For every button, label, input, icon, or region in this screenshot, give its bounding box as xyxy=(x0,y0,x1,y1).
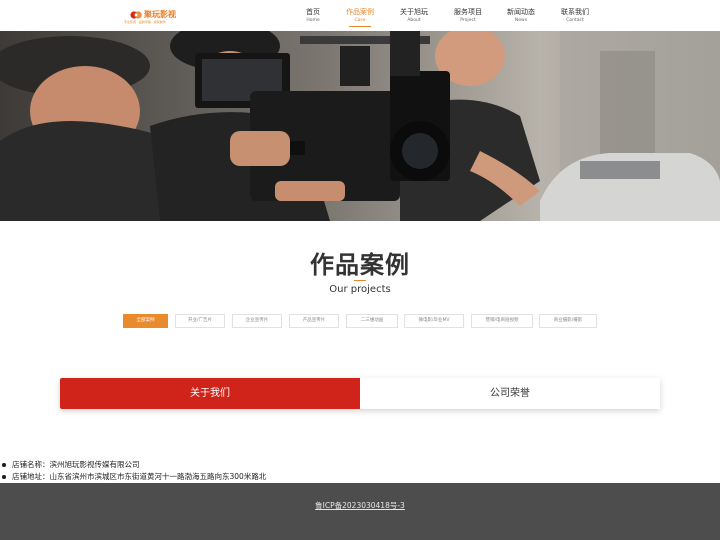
shop-name: 店铺名称：滨州旭玩影视传媒有限公司 xyxy=(12,460,140,469)
icp-license-link[interactable]: 鲁ICP备2023030418号-3 xyxy=(0,500,720,511)
projects-title: 作品案例 xyxy=(310,251,410,279)
filter-opening-ads[interactable]: 开业/广告片 xyxy=(175,314,225,328)
nav-item-about[interactable]: 关于旭玩 About xyxy=(389,7,439,24)
nav-label-en: Home xyxy=(306,18,320,23)
nav-label-en: News xyxy=(514,18,528,23)
site-header: 聚玩影视 专注影视 · 品牌传播 · 视频制作 首页 Home 作品案例 Cas… xyxy=(0,0,720,31)
projects-subtitle: Our projects xyxy=(329,284,391,295)
filter-micro-film[interactable]: 微电影/毕业MV xyxy=(404,314,464,328)
nav-label: 关于旭玩 xyxy=(400,8,428,16)
filter-animation[interactable]: 二三维动画 xyxy=(346,314,398,328)
shop-name-item: 店铺名称：滨州旭玩影视传媒有限公司 xyxy=(2,459,266,471)
page: 聚玩影视 专注影视 · 品牌传播 · 视频制作 首页 Home 作品案例 Cas… xyxy=(0,0,720,540)
filter-photography[interactable]: 商业摄影/摄影 xyxy=(539,314,597,328)
nav-item-home[interactable]: 首页 Home xyxy=(288,7,338,24)
shop-address-item: 店铺地址：山东省滨州市滨城区市东街道黄河十一路渤海五路向东300米路北 xyxy=(2,471,267,483)
bullet-icon xyxy=(2,463,6,467)
shop-info-list: 店铺名称：滨州旭玩影视传媒有限公司 店铺地址：山东省滨州市滨城区市东街道黄河十一… xyxy=(2,459,267,483)
case-filter-bar: 全部案例 开业/广告片 企业宣传片 产品宣传片 二三维动画 微电影/毕业MV 营… xyxy=(0,314,720,328)
shop-address: 店铺地址：山东省滨州市滨城区市东街道黄河十一路渤海五路向东300米路北 xyxy=(12,472,267,481)
active-nav-underline xyxy=(349,26,371,27)
main-nav: 首页 Home 作品案例 Case 关于旭玩 About 服务项目 Projec… xyxy=(0,7,720,27)
filter-all[interactable]: 全部案例 xyxy=(123,314,168,328)
nav-label-en: Case xyxy=(354,18,366,23)
nav-item-case[interactable]: 作品案例 Case xyxy=(335,7,385,27)
tab-about-us[interactable]: 关于我们 xyxy=(60,378,360,409)
bullet-icon xyxy=(2,475,6,479)
tab-company-honors[interactable]: 公司荣誉 xyxy=(360,378,660,409)
filter-product[interactable]: 产品宣传片 xyxy=(289,314,339,328)
nav-label: 服务项目 xyxy=(454,8,482,16)
nav-label: 联系我们 xyxy=(561,8,589,16)
nav-item-project[interactable]: 服务项目 Project xyxy=(443,7,493,24)
company-tabs: 关于我们 公司荣誉 xyxy=(60,378,660,409)
nav-label-en: Contact xyxy=(566,18,584,23)
nav-item-news[interactable]: 新闻动态 News xyxy=(496,7,546,24)
nav-label-en: Project xyxy=(460,18,476,23)
filter-ecommerce[interactable]: 营销/电商短视频 xyxy=(471,314,533,328)
nav-item-contact[interactable]: 联系我们 Contact xyxy=(550,7,600,24)
nav-label: 首页 xyxy=(306,8,320,16)
nav-label-en: About xyxy=(407,18,421,23)
site-footer: 鲁ICP备2023030418号-3 xyxy=(0,483,720,540)
projects-title-divider xyxy=(354,280,366,281)
hero-banner-image: RED xyxy=(0,31,720,221)
filter-corporate[interactable]: 企业宣传片 xyxy=(232,314,282,328)
nav-label: 作品案例 xyxy=(346,8,374,16)
nav-label: 新闻动态 xyxy=(507,8,535,16)
